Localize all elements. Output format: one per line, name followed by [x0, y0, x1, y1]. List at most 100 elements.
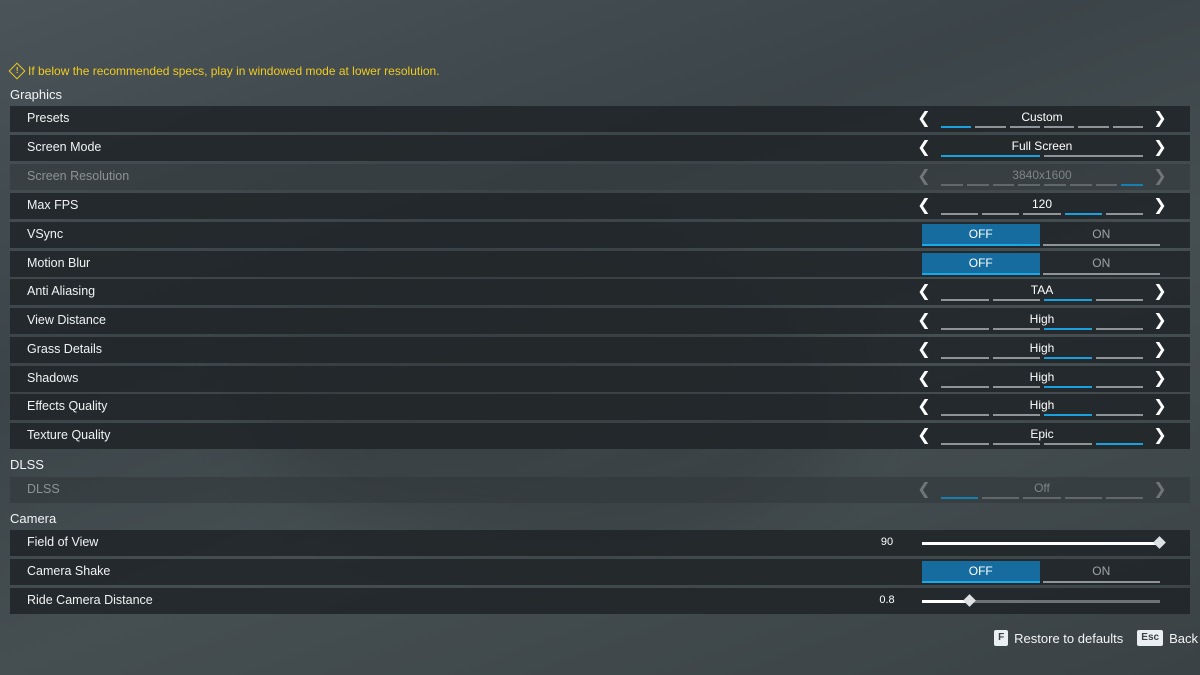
option-segment: [1023, 213, 1061, 215]
section-camera: Camera: [10, 511, 57, 526]
back-button[interactable]: Esc Back: [1137, 630, 1198, 646]
option-indicator: [941, 155, 1143, 157]
chevron-left-icon[interactable]: ❮: [917, 197, 931, 215]
chevron-right-icon[interactable]: ❯: [1153, 283, 1167, 301]
section-dlss: DLSS: [10, 457, 44, 472]
chevron-right-icon[interactable]: ❯: [1153, 370, 1167, 388]
option-segment: [1009, 126, 1040, 128]
slider-value: 90: [880, 536, 894, 548]
chevron-right-icon[interactable]: ❯: [1153, 341, 1167, 359]
option-indicator: [941, 299, 1143, 301]
option-indicator: [941, 414, 1143, 416]
option-segment: [1095, 443, 1143, 445]
slider-fill: [922, 542, 1160, 545]
slider-handle[interactable]: [1153, 536, 1166, 549]
option-segment: [941, 299, 989, 301]
toggle-option-on[interactable]: ON: [1042, 561, 1160, 583]
setting-shadows: Shadows ❮ High ❯: [10, 366, 1190, 392]
slider-handle[interactable]: [962, 594, 976, 607]
toggle-option-on[interactable]: ON: [1042, 253, 1160, 275]
option-segment: [1078, 126, 1109, 128]
setting-value: High: [1029, 398, 1055, 412]
option-segment: [1064, 497, 1102, 499]
setting-value: 3840x1600: [1012, 168, 1072, 182]
option-segment: [941, 357, 989, 359]
setting-label: Grass Details: [27, 342, 103, 356]
setting-label: Field of View: [27, 535, 99, 549]
chevron-left-icon[interactable]: ❮: [917, 283, 931, 301]
toggle-group: OFF ON: [922, 253, 1160, 275]
setting-grass-details: Grass Details ❮ High ❯: [10, 337, 1190, 363]
setting-value: TAA: [1030, 283, 1054, 297]
option-segment: [966, 184, 989, 186]
option-segment: [992, 184, 1015, 186]
option-segment: [1044, 328, 1092, 330]
setting-label: Effects Quality: [27, 399, 108, 413]
option-segment: [1095, 357, 1143, 359]
option-segment: [992, 328, 1040, 330]
option-indicator: [941, 443, 1143, 445]
setting-texture-quality: Texture Quality ❮ Epic ❯: [10, 423, 1190, 449]
chevron-left-icon[interactable]: ❮: [917, 110, 931, 128]
option-segment: [1095, 414, 1143, 416]
option-segment: [992, 357, 1040, 359]
toggle-option-on[interactable]: ON: [1042, 224, 1160, 246]
option-segment: [941, 328, 989, 330]
back-label: Back: [1169, 630, 1198, 646]
chevron-right-icon[interactable]: ❯: [1153, 139, 1167, 157]
chevron-right-icon[interactable]: ❯: [1153, 427, 1167, 445]
option-segment: [1018, 184, 1040, 186]
toggle-option-off[interactable]: OFF: [922, 224, 1040, 246]
option-segment: [1044, 414, 1092, 416]
option-segment: [1095, 386, 1143, 388]
chevron-left-icon[interactable]: ❮: [917, 312, 931, 330]
chevron-right-icon[interactable]: ❯: [1153, 110, 1167, 128]
setting-value: Full Screen: [1011, 139, 1073, 153]
slider-track[interactable]: [922, 536, 1166, 549]
slider-value: 0.8: [879, 594, 895, 606]
option-segment: [1044, 299, 1092, 301]
option-segment: [1044, 386, 1092, 388]
setting-value: 120: [1031, 197, 1053, 211]
setting-ride-camera-distance: Ride Camera Distance 0.8: [10, 588, 1190, 614]
toggle-option-off[interactable]: OFF: [922, 253, 1040, 275]
chevron-left-icon: ❮: [917, 168, 931, 185]
key-f-icon: F: [994, 630, 1009, 646]
chevron-right-icon[interactable]: ❯: [1153, 398, 1167, 416]
setting-anti-aliasing: Anti Aliasing ❮ TAA ❯: [10, 279, 1190, 305]
chevron-left-icon[interactable]: ❮: [917, 398, 931, 416]
chevron-left-icon[interactable]: ❮: [917, 427, 931, 445]
setting-label: Shadows: [27, 371, 79, 385]
option-indicator: [941, 497, 1144, 499]
option-segment: [941, 155, 1040, 157]
option-segment: [1095, 184, 1118, 186]
chevron-right-icon[interactable]: ❯: [1153, 197, 1167, 215]
option-indicator: [941, 184, 1143, 186]
setting-screen-resolution: Screen Resolution ❮ 3840x1600 ❯: [10, 164, 1190, 190]
setting-value: High: [1029, 312, 1055, 326]
option-segment: [992, 443, 1040, 445]
setting-label: Max FPS: [27, 198, 79, 212]
setting-value: Off: [1034, 481, 1050, 495]
chevron-left-icon[interactable]: ❮: [917, 341, 931, 359]
toggle-option-off[interactable]: OFF: [922, 561, 1040, 583]
slider-track[interactable]: [922, 594, 1160, 607]
chevron-right-icon: ❯: [1153, 481, 1167, 498]
option-segment: [1095, 299, 1143, 301]
restore-defaults-button[interactable]: F Restore to defaults: [994, 630, 1123, 646]
option-segment: [1023, 497, 1061, 499]
chevron-left-icon[interactable]: ❮: [917, 370, 931, 388]
warning-text: If below the recommended specs, play in …: [28, 64, 440, 78]
setting-screen-mode: Screen Mode ❮ Full Screen ❯: [10, 135, 1190, 161]
option-segment: [941, 213, 979, 215]
chevron-right-icon[interactable]: ❯: [1153, 312, 1167, 330]
setting-label: Texture Quality: [27, 428, 111, 442]
option-segment: [1095, 328, 1143, 330]
setting-value: Epic: [1030, 427, 1054, 441]
option-segment: [941, 126, 972, 128]
chevron-left-icon[interactable]: ❮: [917, 139, 931, 157]
option-segment: [1044, 357, 1092, 359]
option-segment: [1121, 184, 1143, 186]
restore-defaults-label: Restore to defaults: [1014, 630, 1124, 646]
setting-label: Camera Shake: [27, 564, 111, 578]
